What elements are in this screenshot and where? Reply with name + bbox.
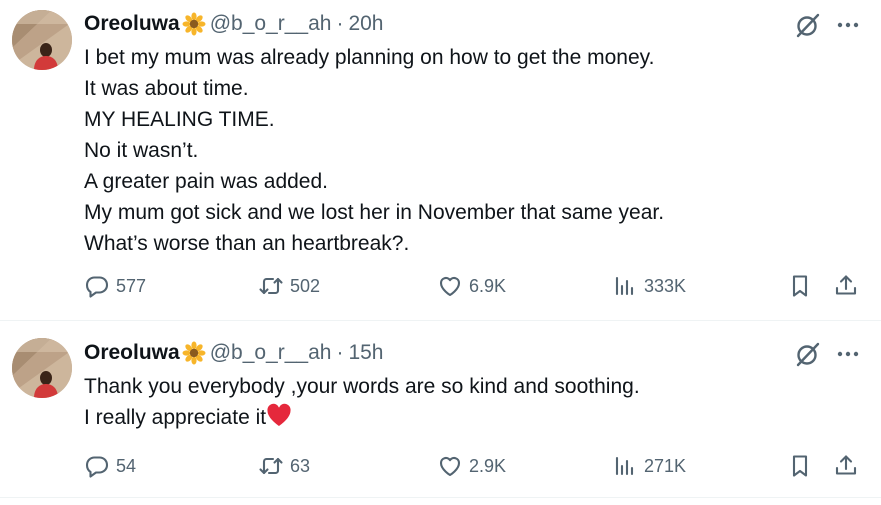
grok-icon[interactable]	[794, 11, 822, 39]
tweet-text-line: It was about time.	[84, 77, 249, 100]
reply-count: 577	[116, 275, 147, 296]
tweet-text-fragment: I really appreciate it	[84, 406, 267, 429]
timestamp[interactable]: 20h	[348, 12, 383, 36]
analytics-icon	[612, 273, 638, 299]
avatar[interactable]	[12, 10, 72, 70]
reply-icon	[84, 453, 110, 479]
tweet-text-line: A greater pain was added.	[84, 170, 329, 193]
author-handle[interactable]: @b_o_r__ah	[210, 12, 332, 36]
reply-count: 54	[116, 455, 137, 476]
separator-dot: ·	[336, 12, 344, 35]
author-name[interactable]: Oreoluwa	[84, 341, 180, 365]
timestamp[interactable]: 15h	[348, 341, 383, 365]
views-button[interactable]: 271K	[612, 451, 686, 481]
tweet-divider	[0, 497, 881, 498]
sunflower-icon	[182, 12, 206, 36]
bookmark-button[interactable]	[787, 451, 813, 481]
tweet-text-line: Thank you everybody ,your words are so k…	[84, 375, 640, 398]
tweet-text-line: I really appreciate it	[84, 402, 844, 433]
repost-icon	[258, 273, 284, 299]
tweet[interactable]: Oreoluwa @b_o_r__ah · 15h Thank you ever…	[0, 321, 881, 497]
sunflower-icon	[182, 341, 206, 365]
repost-button[interactable]: 63	[258, 451, 310, 481]
like-button[interactable]: 2.9K	[437, 451, 506, 481]
bookmark-icon	[787, 453, 813, 479]
grok-icon[interactable]	[794, 340, 822, 368]
more-options-icon[interactable]	[835, 12, 861, 38]
bookmark-button[interactable]	[787, 271, 813, 301]
repost-button[interactable]: 502	[258, 271, 320, 301]
tweet-text-line: What’s worse than an heartbreak?.	[84, 232, 410, 255]
heart-icon	[437, 273, 463, 299]
like-count: 6.9K	[469, 275, 507, 296]
tweet-text-line: No it wasn’t.	[84, 139, 199, 162]
tweet-text: I bet my mum was already planning on how…	[84, 42, 844, 259]
author-handle[interactable]: @b_o_r__ah	[210, 341, 332, 365]
bookmark-icon	[787, 273, 813, 299]
share-icon	[833, 453, 859, 479]
tweet-text-line: I bet my mum was already planning on how…	[84, 46, 655, 69]
tweet-text: Thank you everybody ,your words are so k…	[84, 371, 844, 433]
repost-count: 502	[290, 275, 321, 296]
repost-icon	[258, 453, 284, 479]
reply-button[interactable]: 54	[84, 451, 136, 481]
red-heart-emoji-icon	[266, 403, 292, 427]
separator-dot: ·	[336, 341, 344, 364]
like-button[interactable]: 6.9K	[437, 271, 506, 301]
share-button[interactable]	[833, 451, 859, 481]
author-name[interactable]: Oreoluwa	[84, 12, 180, 36]
reply-button[interactable]: 577	[84, 271, 146, 301]
tweet-text-line: MY HEALING TIME.	[84, 108, 275, 131]
views-button[interactable]: 333K	[612, 271, 686, 301]
views-count: 333K	[644, 275, 687, 296]
action-bar: 577 502 6.9K 333K	[0, 271, 881, 301]
tweet-header: Oreoluwa @b_o_r__ah · 20h	[84, 11, 384, 37]
share-icon	[833, 273, 859, 299]
share-button[interactable]	[833, 271, 859, 301]
analytics-icon	[612, 453, 638, 479]
tweet-text-line: My mum got sick and we lost her in Novem…	[84, 201, 665, 224]
repost-count: 63	[290, 455, 311, 476]
heart-icon	[437, 453, 463, 479]
reply-icon	[84, 273, 110, 299]
like-count: 2.9K	[469, 455, 507, 476]
tweet-header: Oreoluwa @b_o_r__ah · 15h	[84, 340, 384, 366]
tweet[interactable]: Oreoluwa @b_o_r__ah · 20h I bet my mum w…	[0, 0, 881, 320]
action-bar: 54 63 2.9K 271K	[0, 451, 881, 481]
avatar[interactable]	[12, 338, 72, 398]
more-options-icon[interactable]	[835, 341, 861, 367]
views-count: 271K	[644, 455, 687, 476]
